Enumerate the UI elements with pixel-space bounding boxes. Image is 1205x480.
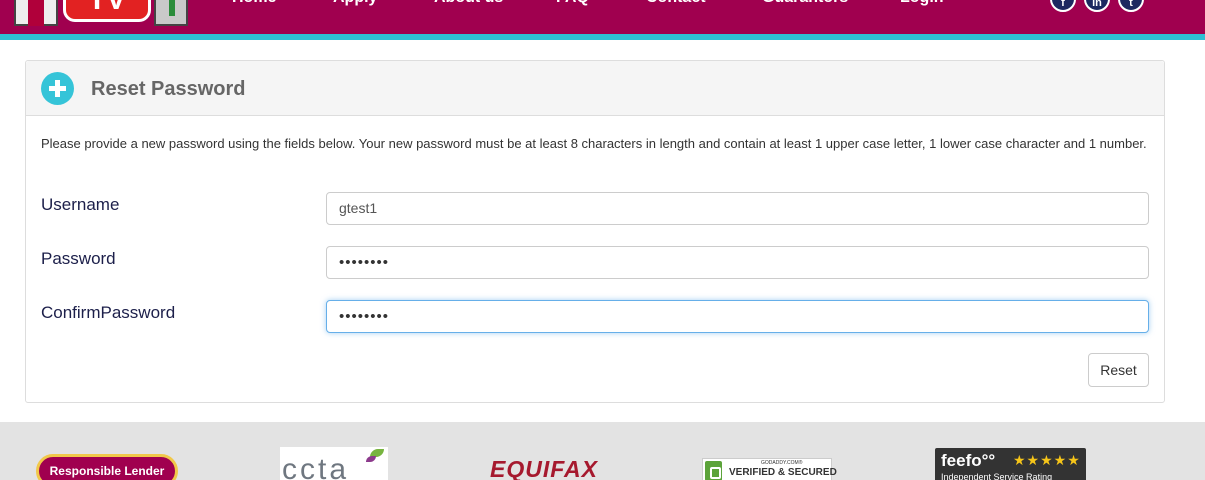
ccta-badge[interactable]: ccta xyxy=(280,447,388,480)
username-value: gtest1 xyxy=(339,200,378,216)
password-label: Password xyxy=(41,249,116,268)
password-instructions: Please provide a new password using the … xyxy=(41,136,1147,151)
godaddy-secured-badge[interactable]: GODADDY.COM® VERIFIED & SECURED xyxy=(702,458,837,480)
reset-button[interactable]: Reset xyxy=(1088,353,1149,387)
star-rating-icon: ★★★★★ xyxy=(1013,453,1081,469)
feefo-subtitle: Independent Service Rating xyxy=(941,472,1053,480)
footer-badges: Responsible Lender ccta EQUIFAX GODADDY.… xyxy=(0,422,1205,480)
godaddy-main-text: VERIFIED & SECURED xyxy=(729,467,837,478)
responsible-lender-badge[interactable]: Responsible Lender xyxy=(36,454,178,480)
logo-tv-text: TV xyxy=(63,0,151,22)
ccta-leaf-icon-2 xyxy=(366,456,376,462)
feefo-logo: feefo°° xyxy=(941,451,996,470)
nav-contact[interactable]: Contact xyxy=(646,0,706,8)
panel-title: Reset Password xyxy=(91,78,246,100)
username-input[interactable]: gtest1 xyxy=(326,192,1149,225)
password-value: •••••••• xyxy=(339,254,390,271)
confirm-password-value: •••••••• xyxy=(339,308,390,325)
logo-figure-tie xyxy=(169,0,175,16)
plus-circle-icon xyxy=(41,72,74,105)
confirm-password-input[interactable]: •••••••• xyxy=(326,300,1149,333)
lock-icon xyxy=(705,461,722,480)
linkedin-icon[interactable]: in xyxy=(1084,0,1110,12)
nav-faq[interactable]: FAQ xyxy=(556,0,589,8)
nav-guarantors[interactable]: Guarantors xyxy=(762,0,848,8)
godaddy-small-text: GODADDY.COM® xyxy=(761,460,803,466)
confirm-password-label: ConfirmPassword xyxy=(41,303,176,322)
username-label: Username xyxy=(41,195,120,214)
password-input[interactable]: •••••••• xyxy=(326,246,1149,279)
nav-home[interactable]: Home xyxy=(232,0,276,8)
nav-about-us[interactable]: About us xyxy=(434,0,503,8)
page-root: TV Home Apply About us FAQ Contact Guara… xyxy=(0,0,1205,480)
facebook-icon[interactable]: f xyxy=(1050,0,1076,12)
top-header: TV Home Apply About us FAQ Contact Guara… xyxy=(0,0,1205,34)
header-accent-stripe xyxy=(0,34,1205,40)
ccta-logo-text: ccta xyxy=(282,453,350,480)
logo-figure-coat xyxy=(28,0,44,26)
nav-login[interactable]: Login xyxy=(900,0,944,8)
logo-figure-left xyxy=(14,0,58,26)
reset-password-panel: Reset Password Please provide a new pass… xyxy=(25,60,1165,403)
feefo-rating-badge[interactable]: feefo°° ★★★★★ Independent Service Rating xyxy=(935,448,1086,480)
panel-heading: Reset Password xyxy=(26,61,1164,116)
nav-apply[interactable]: Apply xyxy=(333,0,377,8)
site-logo[interactable]: TV xyxy=(14,0,194,34)
twitter-icon[interactable]: t xyxy=(1118,0,1144,12)
equifax-badge[interactable]: EQUIFAX xyxy=(490,456,598,480)
logo-figure-right xyxy=(154,0,188,26)
